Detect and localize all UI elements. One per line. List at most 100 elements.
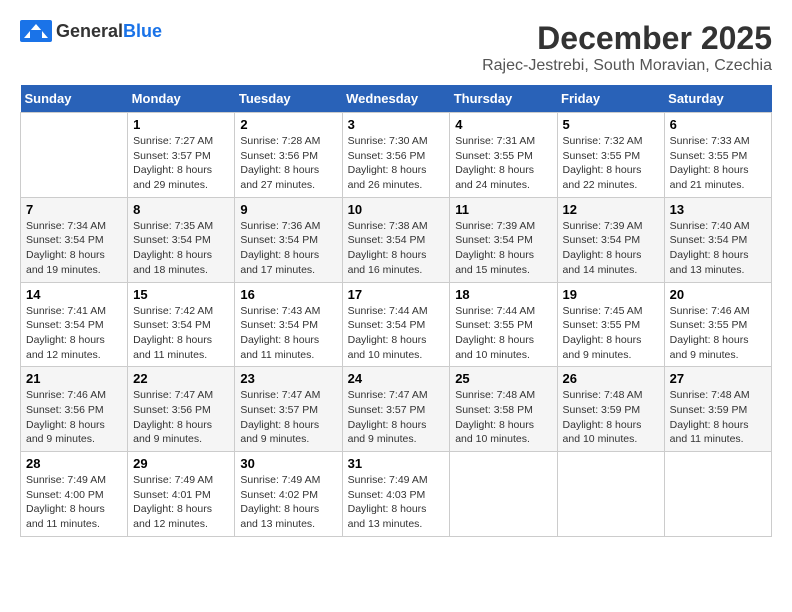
- day-info: Sunrise: 7:30 AM Sunset: 3:56 PM Dayligh…: [348, 134, 445, 193]
- day-info: Sunrise: 7:36 AM Sunset: 3:54 PM Dayligh…: [240, 219, 336, 278]
- day-number: 28: [26, 456, 122, 471]
- day-info: Sunrise: 7:34 AM Sunset: 3:54 PM Dayligh…: [26, 219, 122, 278]
- day-number: 29: [133, 456, 229, 471]
- day-info: Sunrise: 7:48 AM Sunset: 3:59 PM Dayligh…: [563, 388, 659, 447]
- day-info: Sunrise: 7:27 AM Sunset: 3:57 PM Dayligh…: [133, 134, 229, 193]
- day-number: 2: [240, 117, 336, 132]
- day-number: 17: [348, 287, 445, 302]
- day-number: 12: [563, 202, 659, 217]
- calendar-cell: 20 Sunrise: 7:46 AM Sunset: 3:55 PM Dayli…: [664, 282, 771, 367]
- calendar-cell: 7 Sunrise: 7:34 AM Sunset: 3:54 PM Daylig…: [21, 197, 128, 282]
- day-number: 4: [455, 117, 551, 132]
- day-info: Sunrise: 7:46 AM Sunset: 3:56 PM Dayligh…: [26, 388, 122, 447]
- day-number: 20: [670, 287, 766, 302]
- calendar-cell: 11 Sunrise: 7:39 AM Sunset: 3:54 PM Dayli…: [450, 197, 557, 282]
- calendar-cell: 6Sunrise: 7:33 AM Sunset: 3:55 PM Daylig…: [664, 113, 771, 198]
- weekday-header-sunday: Sunday: [21, 85, 128, 113]
- month-title: December 2025: [482, 20, 772, 57]
- weekday-header-wednesday: Wednesday: [342, 85, 450, 113]
- day-number: 19: [563, 287, 659, 302]
- day-number: 27: [670, 371, 766, 386]
- day-info: Sunrise: 7:39 AM Sunset: 3:54 PM Dayligh…: [563, 219, 659, 278]
- calendar-cell: [21, 113, 128, 198]
- calendar-cell: 27 Sunrise: 7:48 AM Sunset: 3:59 PM Dayli…: [664, 367, 771, 452]
- day-number: 8: [133, 202, 229, 217]
- day-info: Sunrise: 7:38 AM Sunset: 3:54 PM Dayligh…: [348, 219, 445, 278]
- day-number: 14: [26, 287, 122, 302]
- day-info: Sunrise: 7:48 AM Sunset: 3:59 PM Dayligh…: [670, 388, 766, 447]
- calendar-cell: 17 Sunrise: 7:44 AM Sunset: 3:54 PM Dayli…: [342, 282, 450, 367]
- weekday-header-thursday: Thursday: [450, 85, 557, 113]
- calendar-cell: 14 Sunrise: 7:41 AM Sunset: 3:54 PM Dayli…: [21, 282, 128, 367]
- day-number: 16: [240, 287, 336, 302]
- day-info: Sunrise: 7:43 AM Sunset: 3:54 PM Dayligh…: [240, 304, 336, 363]
- page-header: GeneralBlue December 2025 Rajec-Jestrebi…: [20, 20, 772, 75]
- calendar-cell: 25 Sunrise: 7:48 AM Sunset: 3:58 PM Dayli…: [450, 367, 557, 452]
- calendar-cell: 12 Sunrise: 7:39 AM Sunset: 3:54 PM Dayli…: [557, 197, 664, 282]
- day-info: Sunrise: 7:39 AM Sunset: 3:54 PM Dayligh…: [455, 219, 551, 278]
- calendar-cell: 28 Sunrise: 7:49 AM Sunset: 4:00 PM Dayli…: [21, 452, 128, 537]
- day-info: Sunrise: 7:47 AM Sunset: 3:56 PM Dayligh…: [133, 388, 229, 447]
- day-number: 7: [26, 202, 122, 217]
- calendar-cell: 23 Sunrise: 7:47 AM Sunset: 3:57 PM Dayli…: [235, 367, 342, 452]
- day-number: 5: [563, 117, 659, 132]
- day-number: 23: [240, 371, 336, 386]
- logo-blue: Blue: [123, 21, 162, 41]
- day-info: Sunrise: 7:33 AM Sunset: 3:55 PM Dayligh…: [670, 134, 766, 193]
- logo-icon: [20, 20, 52, 42]
- day-number: 15: [133, 287, 229, 302]
- calendar-cell: 26 Sunrise: 7:48 AM Sunset: 3:59 PM Dayli…: [557, 367, 664, 452]
- location: Rajec-Jestrebi, South Moravian, Czechia: [482, 57, 772, 75]
- day-number: 13: [670, 202, 766, 217]
- calendar-cell: 29 Sunrise: 7:49 AM Sunset: 4:01 PM Dayli…: [128, 452, 235, 537]
- day-info: Sunrise: 7:46 AM Sunset: 3:55 PM Dayligh…: [670, 304, 766, 363]
- day-info: Sunrise: 7:44 AM Sunset: 3:54 PM Dayligh…: [348, 304, 445, 363]
- day-info: Sunrise: 7:49 AM Sunset: 4:02 PM Dayligh…: [240, 473, 336, 532]
- day-info: Sunrise: 7:49 AM Sunset: 4:01 PM Dayligh…: [133, 473, 229, 532]
- calendar-cell: 9 Sunrise: 7:36 AM Sunset: 3:54 PM Daylig…: [235, 197, 342, 282]
- day-number: 24: [348, 371, 445, 386]
- day-number: 25: [455, 371, 551, 386]
- calendar-cell: 24 Sunrise: 7:47 AM Sunset: 3:57 PM Dayli…: [342, 367, 450, 452]
- day-number: 18: [455, 287, 551, 302]
- calendar-cell: 21 Sunrise: 7:46 AM Sunset: 3:56 PM Dayli…: [21, 367, 128, 452]
- calendar-cell: 10 Sunrise: 7:38 AM Sunset: 3:54 PM Dayli…: [342, 197, 450, 282]
- calendar-cell: 3Sunrise: 7:30 AM Sunset: 3:56 PM Daylig…: [342, 113, 450, 198]
- calendar-cell: 16 Sunrise: 7:43 AM Sunset: 3:54 PM Dayli…: [235, 282, 342, 367]
- day-number: 30: [240, 456, 336, 471]
- day-info: Sunrise: 7:35 AM Sunset: 3:54 PM Dayligh…: [133, 219, 229, 278]
- weekday-header-monday: Monday: [128, 85, 235, 113]
- day-info: Sunrise: 7:41 AM Sunset: 3:54 PM Dayligh…: [26, 304, 122, 363]
- calendar-cell: 30 Sunrise: 7:49 AM Sunset: 4:02 PM Dayli…: [235, 452, 342, 537]
- weekday-header-tuesday: Tuesday: [235, 85, 342, 113]
- title-area: December 2025 Rajec-Jestrebi, South Mora…: [482, 20, 772, 75]
- day-info: Sunrise: 7:48 AM Sunset: 3:58 PM Dayligh…: [455, 388, 551, 447]
- weekday-header-friday: Friday: [557, 85, 664, 113]
- day-number: 26: [563, 371, 659, 386]
- day-number: 22: [133, 371, 229, 386]
- day-info: Sunrise: 7:45 AM Sunset: 3:55 PM Dayligh…: [563, 304, 659, 363]
- calendar-cell: 31 Sunrise: 7:49 AM Sunset: 4:03 PM Dayli…: [342, 452, 450, 537]
- day-number: 21: [26, 371, 122, 386]
- day-number: 11: [455, 202, 551, 217]
- day-info: Sunrise: 7:44 AM Sunset: 3:55 PM Dayligh…: [455, 304, 551, 363]
- day-number: 9: [240, 202, 336, 217]
- day-info: Sunrise: 7:47 AM Sunset: 3:57 PM Dayligh…: [348, 388, 445, 447]
- day-info: Sunrise: 7:28 AM Sunset: 3:56 PM Dayligh…: [240, 134, 336, 193]
- logo: GeneralBlue: [20, 20, 162, 42]
- day-info: Sunrise: 7:42 AM Sunset: 3:54 PM Dayligh…: [133, 304, 229, 363]
- calendar-cell: 2 Sunrise: 7:28 AM Sunset: 3:56 PM Daylig…: [235, 113, 342, 198]
- calendar-cell: 8 Sunrise: 7:35 AM Sunset: 3:54 PM Daylig…: [128, 197, 235, 282]
- day-info: Sunrise: 7:49 AM Sunset: 4:00 PM Dayligh…: [26, 473, 122, 532]
- day-number: 31: [348, 456, 445, 471]
- calendar-cell: 1Sunrise: 7:27 AM Sunset: 3:57 PM Daylig…: [128, 113, 235, 198]
- day-info: Sunrise: 7:47 AM Sunset: 3:57 PM Dayligh…: [240, 388, 336, 447]
- day-info: Sunrise: 7:49 AM Sunset: 4:03 PM Dayligh…: [348, 473, 445, 532]
- calendar-cell: 15 Sunrise: 7:42 AM Sunset: 3:54 PM Dayli…: [128, 282, 235, 367]
- day-number: 10: [348, 202, 445, 217]
- calendar-cell: 19 Sunrise: 7:45 AM Sunset: 3:55 PM Dayli…: [557, 282, 664, 367]
- calendar-cell: [450, 452, 557, 537]
- calendar-cell: 18 Sunrise: 7:44 AM Sunset: 3:55 PM Dayli…: [450, 282, 557, 367]
- calendar-cell: 13 Sunrise: 7:40 AM Sunset: 3:54 PM Dayli…: [664, 197, 771, 282]
- day-info: Sunrise: 7:40 AM Sunset: 3:54 PM Dayligh…: [670, 219, 766, 278]
